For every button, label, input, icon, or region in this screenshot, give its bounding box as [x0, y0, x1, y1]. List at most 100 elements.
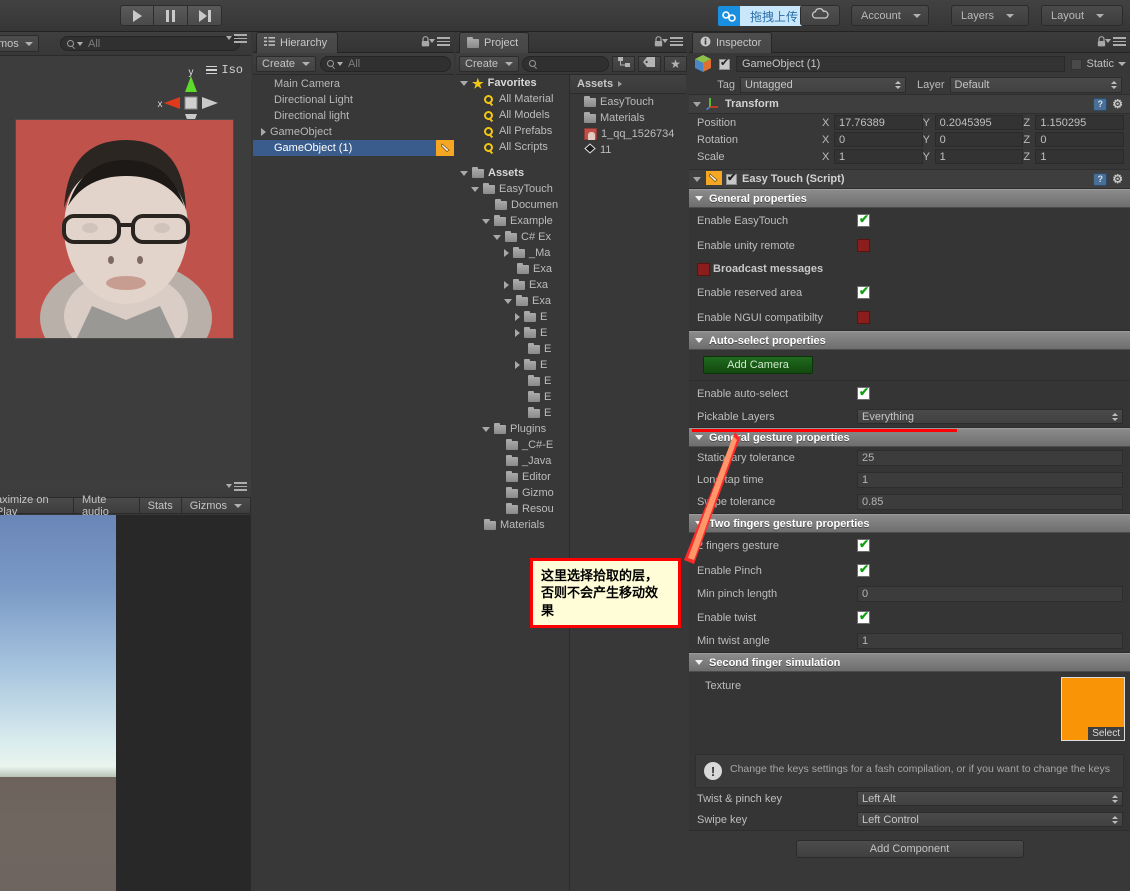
game-panel-menu[interactable] — [226, 482, 247, 491]
hierarchy-item[interactable]: GameObject (1) — [253, 140, 454, 156]
project-assets-column[interactable]: Assets EasyTouch Materials 1_qq_1526734 11 — [570, 75, 686, 891]
property-checkbox[interactable] — [857, 537, 870, 552]
property-checkbox[interactable] — [857, 212, 870, 227]
game-viewport[interactable] — [0, 515, 251, 891]
property-checkbox[interactable] — [697, 262, 710, 276]
project-tree-item[interactable]: All Models — [456, 107, 569, 123]
stats-button[interactable]: Stats — [139, 497, 182, 514]
project-tree-item[interactable]: Materials — [456, 517, 569, 533]
dependency-icon-button[interactable] — [612, 55, 635, 72]
scene-view-mode[interactable]: Iso — [206, 63, 243, 77]
transform-x-input[interactable]: 0 — [834, 132, 923, 147]
property-checkbox[interactable] — [857, 239, 870, 252]
chevron-down-icon[interactable] — [482, 426, 490, 432]
project-tree-item[interactable]: All Scripts — [456, 139, 569, 155]
project-tree-item[interactable]: E — [456, 325, 569, 341]
account-dropdown[interactable]: Account — [851, 5, 929, 26]
gameobject-name-input[interactable]: GameObject (1) — [736, 56, 1066, 72]
asset-item[interactable]: 11 — [570, 142, 686, 158]
favorite-star-icon-button[interactable]: ★ — [664, 55, 687, 72]
transform-x-input[interactable]: 17.76389 — [834, 115, 923, 130]
project-tree-item[interactable]: E — [456, 341, 569, 357]
chevron-down-icon[interactable] — [1118, 62, 1126, 66]
chevron-down-icon[interactable] — [460, 80, 468, 86]
label-tag-icon-button[interactable] — [638, 55, 661, 72]
project-tree-item[interactable]: Example — [456, 213, 569, 229]
transform-x-input[interactable]: 1 — [834, 149, 923, 164]
assets-breadcrumb[interactable]: Assets — [570, 75, 686, 94]
scene-viewport[interactable]: y x Iso — [0, 56, 251, 481]
project-tree-item[interactable]: E — [456, 357, 569, 373]
texture-preview[interactable]: Select — [1061, 677, 1125, 741]
project-tree-item[interactable]: _Java — [456, 453, 569, 469]
project-tree-item[interactable]: EasyTouch — [456, 181, 569, 197]
scene-panel-menu[interactable] — [226, 34, 247, 43]
project-tree-item[interactable]: Exa — [456, 277, 569, 293]
foldout-icon[interactable] — [695, 338, 703, 343]
project-create-button[interactable]: Create — [459, 55, 520, 72]
project-tree-item[interactable]: Gizmo — [456, 485, 569, 501]
chevron-right-icon[interactable] — [515, 313, 520, 321]
project-tree-item[interactable]: C# Ex — [456, 229, 569, 245]
property-checkbox[interactable] — [857, 311, 870, 324]
step-button[interactable] — [188, 5, 222, 26]
foldout-icon[interactable] — [693, 101, 701, 107]
chevron-down-icon[interactable] — [493, 234, 501, 240]
property-text-input[interactable]: 0.85 — [857, 494, 1123, 510]
asset-item[interactable]: 1_qq_1526734 — [570, 126, 686, 142]
property-text-input[interactable]: 0 — [857, 586, 1123, 602]
project-tree-item[interactable]: E — [456, 389, 569, 405]
transform-component-header[interactable]: Transform ? ⚙ — [689, 94, 1130, 114]
gizmos-button[interactable]: Gizmos — [181, 497, 251, 514]
project-tree-item[interactable]: Plugins — [456, 421, 569, 437]
chevron-down-icon[interactable] — [460, 170, 468, 176]
hierarchy-create-button[interactable]: Create — [256, 55, 317, 72]
tag-dropdown[interactable]: Untagged — [740, 76, 906, 93]
add-camera-button[interactable]: Add Camera — [703, 356, 813, 374]
property-dropdown[interactable]: Left Alt — [857, 791, 1123, 806]
property-text-input[interactable]: 1 — [857, 472, 1123, 488]
project-tree-item[interactable]: Exa — [456, 261, 569, 277]
play-button[interactable] — [120, 5, 154, 26]
transform-z-input[interactable]: 1.150295 — [1035, 115, 1125, 130]
property-checkbox[interactable] — [857, 284, 870, 299]
project-tree-item[interactable]: E — [456, 309, 569, 325]
gameobject-enabled-checkbox[interactable] — [719, 57, 730, 70]
drag-upload-button[interactable]: 拖拽上传 — [718, 6, 809, 26]
easytouch-section-header[interactable]: General properties — [689, 189, 1130, 208]
foldout-icon[interactable] — [695, 196, 703, 201]
project-panel-menu[interactable] — [662, 37, 683, 46]
project-tree-item[interactable]: All Prefabs — [456, 123, 569, 139]
static-checkbox[interactable] — [1071, 58, 1083, 70]
project-tree-item[interactable]: E — [456, 373, 569, 389]
assets-list[interactable]: EasyTouch Materials 1_qq_1526734 11 — [570, 94, 686, 158]
easytouch-enabled-checkbox[interactable] — [726, 172, 737, 185]
project-tree-item[interactable]: _C#-E — [456, 437, 569, 453]
property-text-input[interactable]: 1 — [857, 633, 1123, 649]
maximize-on-play-button[interactable]: aximize on Play — [0, 494, 74, 518]
tab-project[interactable]: Project — [459, 32, 530, 53]
scene-search-input[interactable]: All — [60, 36, 240, 51]
property-checkbox[interactable] — [857, 609, 870, 624]
chevron-down-icon[interactable] — [482, 218, 490, 224]
gear-icon[interactable]: ⚙ — [1112, 173, 1123, 185]
project-tree-item[interactable]: _Ma — [456, 245, 569, 261]
inspector-panel-menu[interactable] — [1105, 37, 1126, 46]
static-toggle[interactable]: Static — [1071, 58, 1126, 70]
texture-select-button[interactable]: Select — [1088, 727, 1124, 740]
hierarchy-panel-menu[interactable] — [429, 37, 450, 46]
foldout-icon[interactable] — [695, 660, 703, 665]
hierarchy-item[interactable]: Main Camera — [253, 76, 454, 92]
project-tree-column[interactable]: ★ Favorites All Material All Models All Pref… — [456, 75, 570, 891]
scene-portrait-texture[interactable] — [15, 119, 234, 339]
easytouch-section-header[interactable]: Second finger simulation — [689, 653, 1130, 672]
easytouch-section-header[interactable]: Two fingers gesture properties — [689, 514, 1130, 533]
project-tree-item[interactable]: Editor — [456, 469, 569, 485]
chevron-down-icon[interactable] — [504, 298, 512, 304]
project-tree-item[interactable]: Assets — [456, 165, 569, 181]
pause-button[interactable] — [154, 5, 188, 26]
chevron-down-icon[interactable] — [471, 186, 479, 192]
project-tree-item[interactable]: Exa — [456, 293, 569, 309]
easytouch-component-header[interactable]: Easy Touch (Script) ? ⚙ — [689, 169, 1130, 189]
easytouch-section-header[interactable]: Auto-select properties — [689, 331, 1130, 350]
